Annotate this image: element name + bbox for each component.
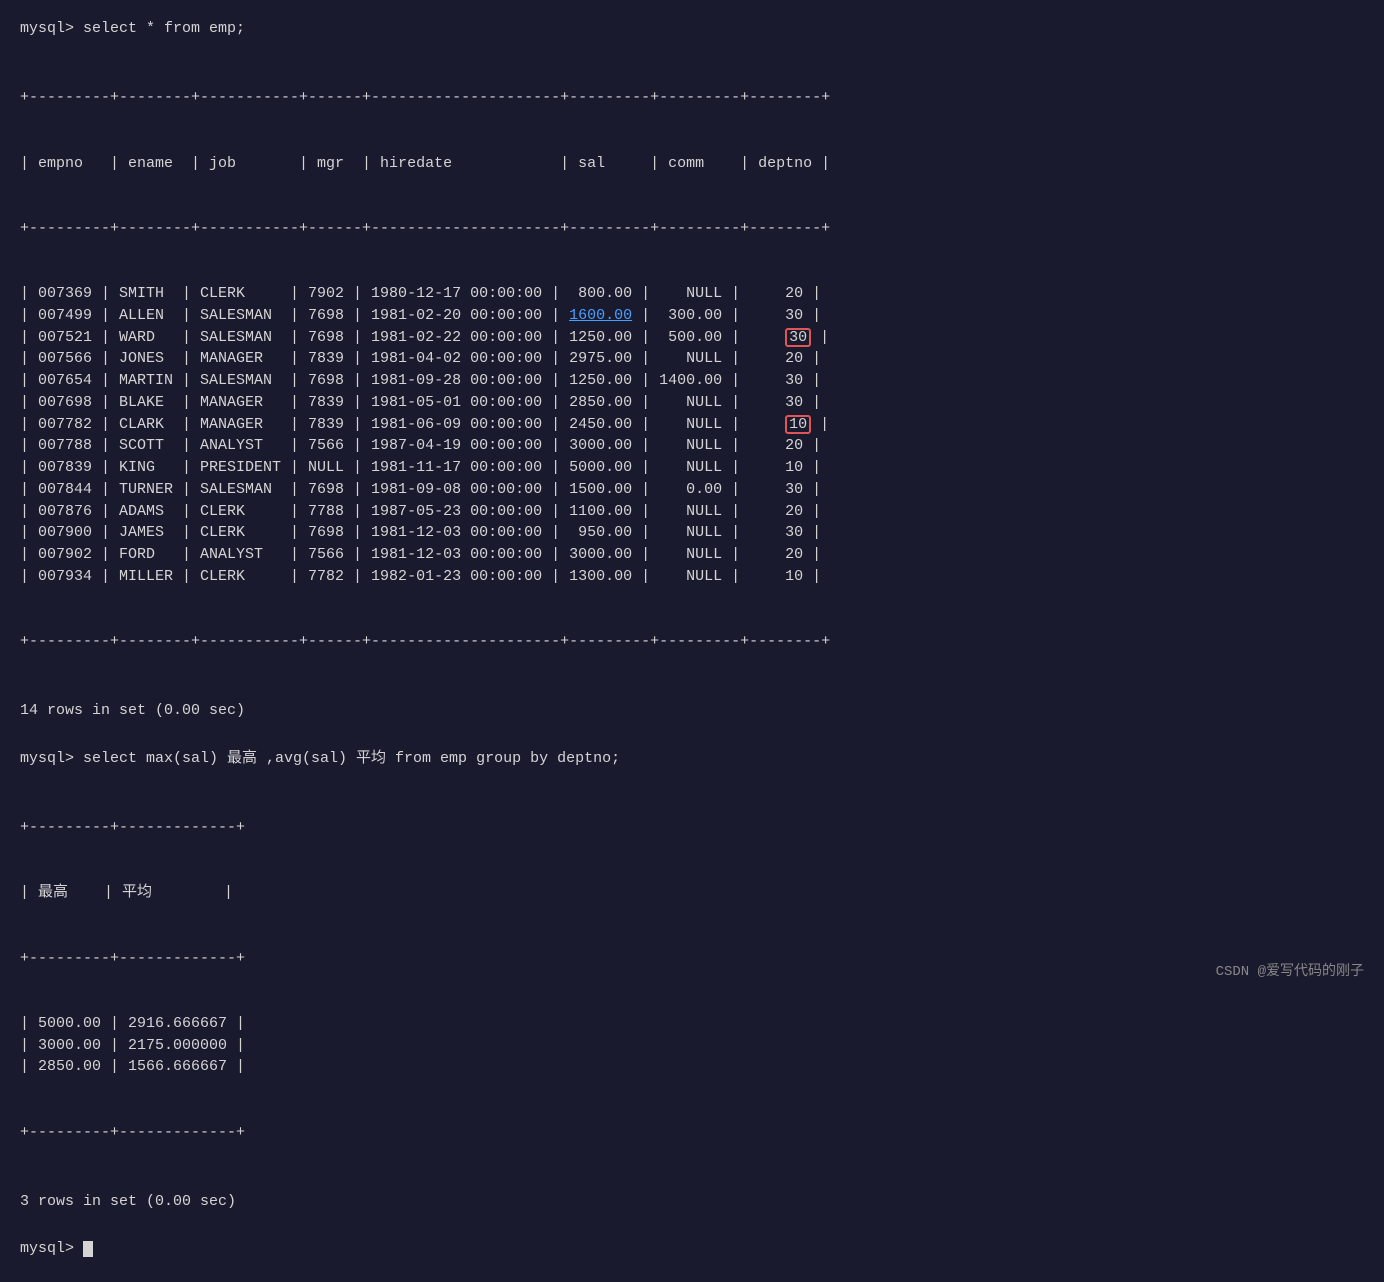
table2-header: | 最高 | 平均 | [20,882,1364,904]
query2-line: mysql> select max(sal) 最高 ,avg(sal) 平均 f… [20,748,1364,770]
table2-sep1: +---------+-------------+ [20,817,1364,839]
deptno-boxed: 30 [785,328,811,347]
table-row: | 007900 | JAMES | CLERK | 7698 | 1981-1… [20,522,1364,544]
table-row: | 007934 | MILLER | CLERK | 7782 | 1982-… [20,566,1364,588]
table1-sep1: +---------+--------+-----------+------+-… [20,87,1364,109]
final-prompt: mysql> [20,1238,1364,1260]
table2-sep3: +---------+-------------+ [20,1122,1364,1144]
table-row: | 007369 | SMITH | CLERK | 7902 | 1980-1… [20,283,1364,305]
table1-sep3: +---------+--------+-----------+------+-… [20,631,1364,653]
table-row: | 3000.00 | 2175.000000 | [20,1035,1364,1057]
table1-header: | empno | ename | job | mgr | hiredate |… [20,153,1364,175]
table-row: | 007499 | ALLEN | SALESMAN | 7698 | 198… [20,305,1364,327]
table-row: | 007698 | BLAKE | MANAGER | 7839 | 1981… [20,392,1364,414]
table-row: | 007566 | JONES | MANAGER | 7839 | 1981… [20,348,1364,370]
table1-sep2: +---------+--------+-----------+------+-… [20,218,1364,240]
table-row: | 5000.00 | 2916.666667 | [20,1013,1364,1035]
table-row: | 007654 | MARTIN | SALESMAN | 7698 | 19… [20,370,1364,392]
watermark: CSDN @爱写代码的刚子 [1216,962,1364,982]
table-row: | 007844 | TURNER | SALESMAN | 7698 | 19… [20,479,1364,501]
table-row: | 007839 | KING | PRESIDENT | NULL | 198… [20,457,1364,479]
table2-block: +---------+-------------+ | 最高 | 平均 | +-… [20,774,1364,1187]
prompt-text: mysql> [20,1240,83,1257]
table1-rows: | 007369 | SMITH | CLERK | 7902 | 1980-1… [20,283,1364,588]
table-row: | 007876 | ADAMS | CLERK | 7788 | 1987-0… [20,501,1364,523]
table-row: | 007521 | WARD | SALESMAN | 7698 | 1981… [20,327,1364,349]
table-row: | 007902 | FORD | ANALYST | 7566 | 1981-… [20,544,1364,566]
table-row: | 007782 | CLARK | MANAGER | 7839 | 1981… [20,414,1364,436]
result2-line: 3 rows in set (0.00 sec) [20,1191,1364,1213]
result1-line: 14 rows in set (0.00 sec) [20,700,1364,722]
sal-link[interactable]: 1600.00 [569,307,632,324]
table-row: | 2850.00 | 1566.666667 | [20,1056,1364,1078]
table2-rows: | 5000.00 | 2916.666667 || 3000.00 | 217… [20,1013,1364,1078]
deptno-boxed: 10 [785,415,811,434]
table2-sep2: +---------+-------------+ [20,948,1364,970]
table-row: | 007788 | SCOTT | ANALYST | 7566 | 1987… [20,435,1364,457]
terminal: mysql> select * from emp; +---------+---… [20,18,1364,1260]
query1-line: mysql> select * from emp; [20,18,1364,40]
cursor [83,1241,93,1257]
table1-block: +---------+--------+-----------+------+-… [20,44,1364,697]
